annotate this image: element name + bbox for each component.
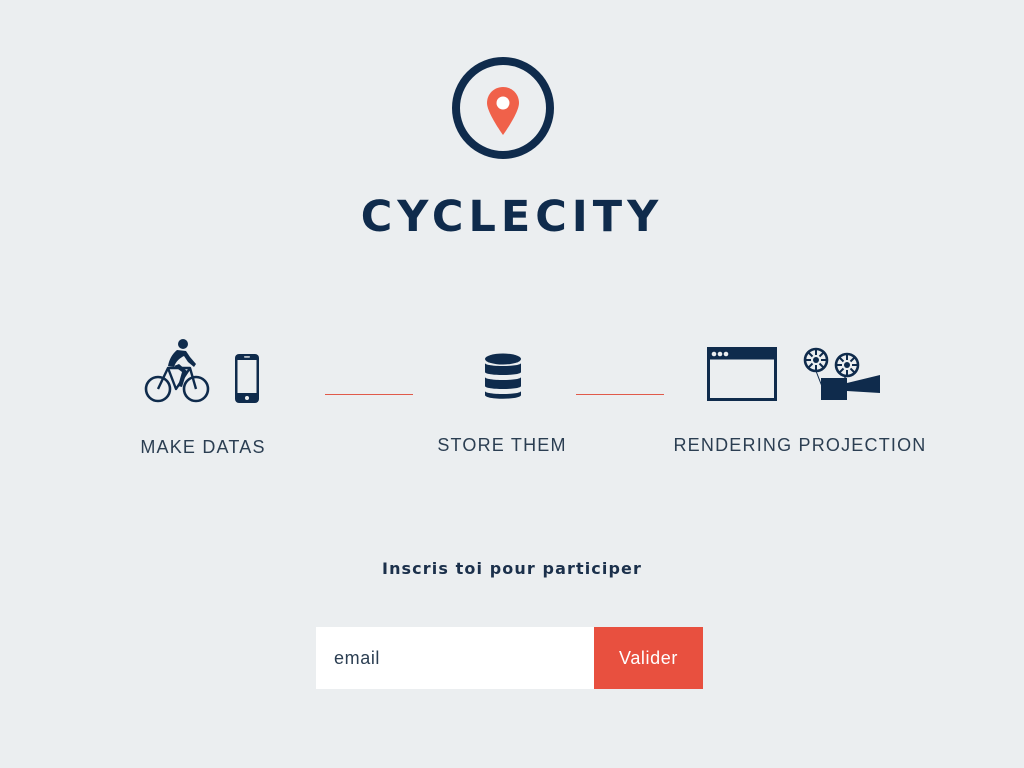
- step-label-make-datas: MAKE DATAS: [140, 437, 266, 457]
- email-field[interactable]: [316, 627, 594, 689]
- map-pin-circle-icon: [452, 57, 554, 159]
- connector-line: [325, 394, 413, 395]
- submit-button[interactable]: Valider: [594, 627, 703, 689]
- signup-form: Valider: [316, 627, 703, 689]
- smartphone-icon: [235, 354, 259, 403]
- step-label-store-them: STORE THEM: [437, 435, 567, 455]
- signup-prompt: Inscris toi pour participer: [382, 559, 642, 578]
- brand-name: CYCLECITY: [360, 192, 664, 242]
- film-projector-icon: [803, 347, 880, 400]
- step-label-rendering-projection: RENDERING PROJECTION: [673, 435, 927, 455]
- database-icon: [485, 353, 521, 399]
- browser-window-icon: [707, 347, 777, 401]
- bicycle-rider-icon: [144, 339, 210, 403]
- connector-line: [576, 394, 664, 395]
